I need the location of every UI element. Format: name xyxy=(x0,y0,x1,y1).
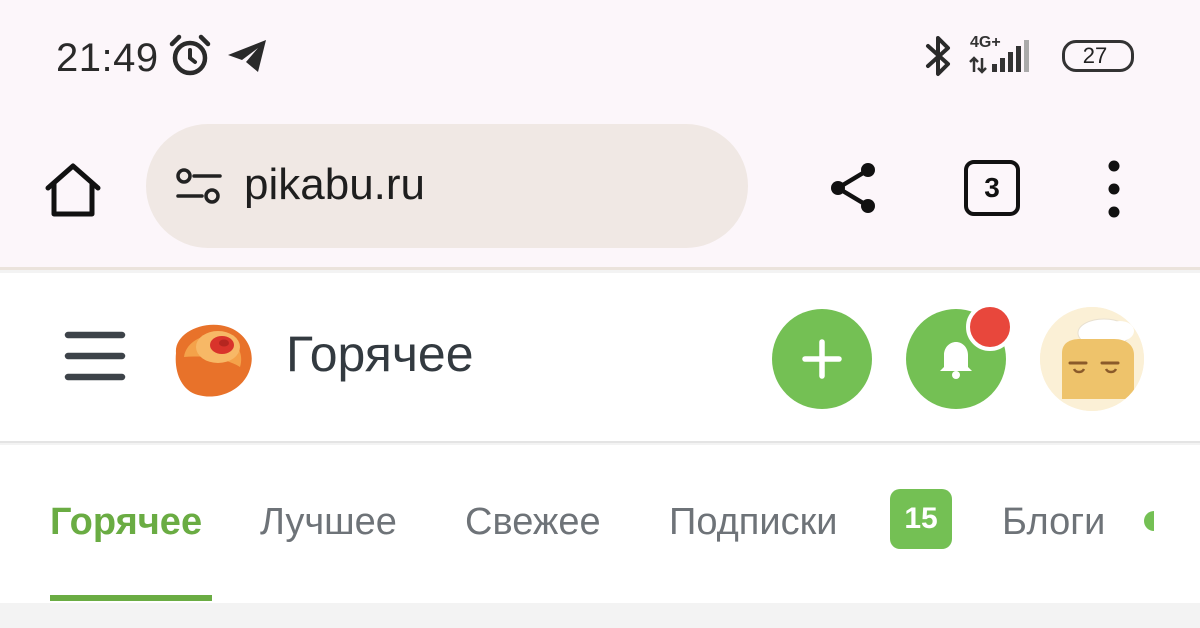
status-time: 21:49 xyxy=(56,36,159,80)
signal-icon xyxy=(969,40,1029,74)
alarm-icon xyxy=(169,34,211,76)
plus-icon xyxy=(802,339,842,379)
tab-fresh[interactable]: Свежее xyxy=(465,501,601,544)
site-settings-icon[interactable] xyxy=(174,166,224,206)
notification-dot xyxy=(966,303,1014,351)
category-tabs: Горячее Лучшее Свежее Подписки 15 Блоги xyxy=(0,445,1200,603)
tab-subscriptions[interactable]: Подписки xyxy=(669,501,837,544)
avatar-image xyxy=(1040,307,1144,411)
url-bar[interactable]: pikabu.ru xyxy=(146,124,748,248)
add-post-button[interactable] xyxy=(772,309,872,409)
battery-level: 27 xyxy=(1082,43,1108,68)
tab-switcher-button[interactable]: 3 xyxy=(964,160,1020,216)
pikabu-logo[interactable] xyxy=(164,311,260,407)
share-icon[interactable] xyxy=(826,160,882,216)
more-vert-icon[interactable] xyxy=(1096,156,1132,222)
home-icon[interactable] xyxy=(40,156,106,222)
subscriptions-count-badge: 15 xyxy=(890,489,952,549)
tab-best[interactable]: Лучшее xyxy=(260,501,397,544)
tab-hot[interactable]: Горячее xyxy=(50,501,202,544)
tab-blogs[interactable]: Блоги xyxy=(1002,501,1105,544)
menu-icon[interactable] xyxy=(64,325,126,387)
battery-icon: 27 xyxy=(1062,40,1134,72)
overflow-indicator xyxy=(1144,511,1154,531)
avatar[interactable] xyxy=(1040,307,1144,411)
bluetooth-icon xyxy=(926,36,950,76)
status-bar: 21:49 4G+ 27 xyxy=(0,0,1200,112)
page-title: Горячее xyxy=(286,326,474,382)
active-tab-indicator xyxy=(50,595,212,601)
url-text[interactable]: pikabu.ru xyxy=(244,160,425,210)
site-header: Горячее xyxy=(0,273,1200,443)
browser-toolbar: pikabu.ru 3 xyxy=(0,112,1200,270)
telegram-icon xyxy=(228,40,266,72)
